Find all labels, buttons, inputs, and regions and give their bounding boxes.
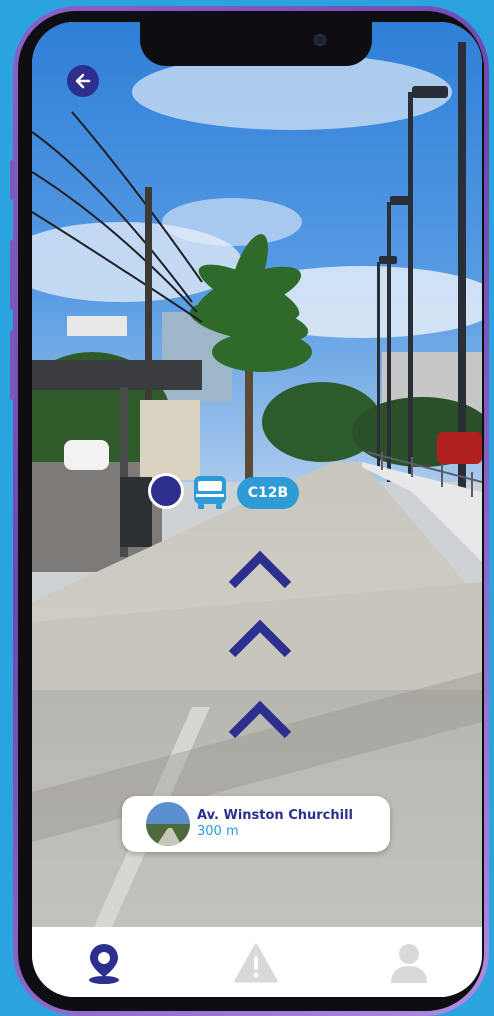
route-badge[interactable]: C12B <box>237 477 299 509</box>
car <box>437 432 482 464</box>
destination-name: Av. Winston Churchill <box>197 808 353 823</box>
phone-side-button <box>10 330 15 400</box>
map-pin-icon <box>89 944 119 984</box>
car <box>64 440 109 470</box>
camera-view <box>32 22 482 927</box>
back-button[interactable] <box>67 65 99 97</box>
tab-profile[interactable] <box>387 941 431 985</box>
bus-shelter-roof <box>32 360 202 390</box>
tab-navigation[interactable] <box>82 941 126 985</box>
tab-alerts[interactable] <box>234 941 278 985</box>
current-position-marker <box>148 473 184 509</box>
bottom-tab-bar <box>32 927 482 997</box>
arrow-left-icon <box>75 73 91 89</box>
chevron-up-icon <box>228 550 292 589</box>
phone-notch <box>140 22 372 66</box>
destination-distance: 300 m <box>197 824 239 839</box>
destination-info: Av. Winston Churchill 300 m <box>197 808 353 840</box>
building <box>67 316 127 336</box>
bus-icon[interactable] <box>190 472 230 512</box>
phone-side-button <box>10 240 15 310</box>
front-camera <box>314 34 326 46</box>
app-screen: C12B Av. Winston Churchill 300 m <box>32 22 482 997</box>
destination-thumbnail <box>146 802 190 846</box>
chevron-up-icon <box>228 619 292 658</box>
cloud <box>162 198 302 246</box>
bus-shelter-ad <box>140 400 200 480</box>
user-icon <box>391 944 427 983</box>
chevron-up-icon <box>228 700 292 739</box>
warning-icon <box>234 943 278 983</box>
destination-card[interactable]: Av. Winston Churchill 300 m <box>122 796 390 852</box>
phone-side-button <box>10 160 15 200</box>
